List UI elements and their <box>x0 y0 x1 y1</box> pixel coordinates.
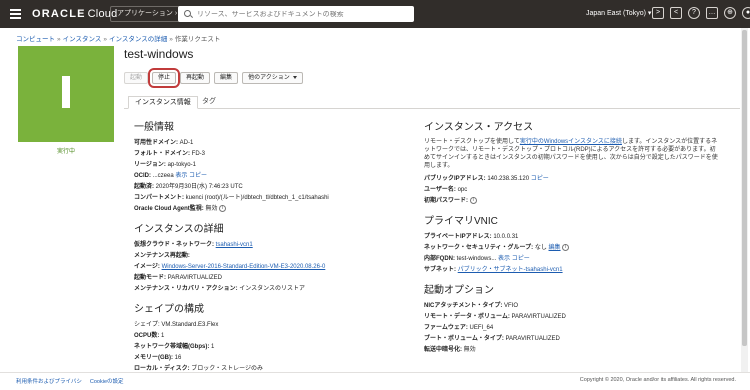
field-internal-fqdn: 内部FQDN: test-windows... 表示 コピー <box>424 256 530 262</box>
left-column: 一般情報 可用性ドメイン: AD-1 フォルト・ドメイン: FD-3 リージョン… <box>134 118 404 375</box>
tab-tags[interactable]: タグ <box>196 96 222 109</box>
breadcrumb-work-requests: 作業リクエスト <box>174 36 221 43</box>
info-icon[interactable]: i <box>219 204 227 212</box>
reboot-button[interactable]: 再起動 <box>180 72 211 84</box>
fqdn-copy-link[interactable]: コピー <box>512 256 530 262</box>
page-scrollbar[interactable] <box>741 28 748 372</box>
search-box[interactable] <box>178 6 414 22</box>
field-nsg: ネットワーク・セキュリティ・グループ: なし 編集 i <box>424 243 724 253</box>
edit-button[interactable]: 編集 <box>214 72 239 84</box>
stop-button[interactable]: 停止 <box>148 68 181 88</box>
field-firmware: ファームウェア: UEFI_64 <box>424 325 494 331</box>
applications-button[interactable]: アプリケーション › <box>110 6 185 22</box>
section-primary-vnic: プライマリVNIC <box>424 216 498 227</box>
field-subnet: サブネット: パブリック・サブネット-tsahashi-vcn1 <box>424 267 563 273</box>
connect-windows-link[interactable]: 実行中のWindowsインスタンスに接続 <box>520 139 622 145</box>
field-username: ユーザー名: opc <box>424 187 468 193</box>
field-shape: シェイプ: VM.Standard.E3.Flex <box>134 322 219 328</box>
page-title: test-windows <box>124 47 194 61</box>
field-launch-mode: 起動モード: PARAVIRTUALIZED <box>134 275 223 281</box>
chat-icon[interactable]: … <box>706 7 718 19</box>
top-navigation-bar: ORACLECloud アプリケーション › Japan East (Tokyo… <box>0 0 750 28</box>
section-launch-options: 起動オプション <box>424 285 494 296</box>
subnet-link[interactable]: パブリック・サブネット-tsahashi-vcn1 <box>458 267 563 273</box>
field-region: リージョン: ap-tokyo-1 <box>134 162 196 168</box>
field-recovery-action: メンテナンス・リカバリ・アクション: インスタンスのリストア <box>134 286 306 292</box>
code-editor-icon[interactable]: < <box>670 7 682 19</box>
field-ocid: OCID: ...czeea 表示 コピー <box>134 173 208 179</box>
public-ip-copy-link[interactable]: コピー <box>531 176 549 182</box>
field-bandwidth: ネットワーク帯域幅(Gbps): 1 <box>134 344 215 350</box>
field-compartment: コンパートメント: kuenci (root)/(ルート)/dbtech_tl/… <box>134 195 329 201</box>
field-image: イメージ: Windows-Server-2016-Standard-Editi… <box>134 264 326 270</box>
terms-privacy-link[interactable]: 利用条件およびプライバシ <box>16 379 82 385</box>
region-selector[interactable]: Japan East (Tokyo) ▾ <box>586 9 651 17</box>
ocid-show-link[interactable]: 表示 <box>175 173 187 179</box>
breadcrumb: コンピュート» インスタンス» インスタンスの詳細» 作業リクエスト <box>16 36 221 43</box>
cookie-settings-link[interactable]: Cookieの設定 <box>90 379 124 385</box>
field-availability-domain: 可用性ドメイン: AD-1 <box>134 140 194 146</box>
breadcrumb-instances[interactable]: インスタンス <box>63 36 102 43</box>
field-nic-attachment: NICアタッチメント・タイプ: VFIO <box>424 303 519 309</box>
field-memory: メモリー(GB): 16 <box>134 355 182 361</box>
search-input[interactable] <box>197 10 407 18</box>
tab-instance-info[interactable]: インスタンス情報 <box>128 96 198 109</box>
image-link[interactable]: Windows-Server-2016-Standard-Edition-VM-… <box>162 264 326 270</box>
instance-running-glyph <box>62 76 70 108</box>
right-column: インスタンス・アクセス リモート・デスクトップを使用して実行中のWindowsイ… <box>424 118 724 356</box>
page-footer: 利用条件およびプライバシ Cookieの設定 Copyright © 2020, … <box>0 372 750 390</box>
section-shape-config: シェイプの構成 <box>134 304 204 315</box>
help-icon[interactable]: ? <box>688 7 700 19</box>
field-public-ip: パブリックIPアドレス: 140.238.35.120 コピー <box>424 176 549 182</box>
field-in-transit-encryption: 転送中暗号化: 無効 <box>424 347 476 353</box>
section-instance-details: インスタンスの詳細 <box>134 224 224 235</box>
copyright-text: Copyright © 2020, Oracle and/or its affi… <box>579 377 736 383</box>
vcn-link[interactable]: tsahashi-vcn1 <box>216 242 253 248</box>
instance-status-label: 実行中 <box>56 149 75 155</box>
field-remote-data-volume: リモート・データ・ボリューム: PARAVIRTUALIZED <box>424 314 566 320</box>
section-general-info: 一般情報 <box>134 122 174 133</box>
field-launched: 起動済: 2020年9月30日(水) 7:46:23 UTC <box>134 184 243 190</box>
profile-icon[interactable]: ● <box>742 7 750 19</box>
breadcrumb-instance-details[interactable]: インスタンスの詳細 <box>109 36 167 43</box>
top-icons: > < ? … ⊕ ● <box>652 7 750 19</box>
field-private-ip: プライベートIPアドレス: 10.0.0.31 <box>424 234 519 240</box>
tab-bar: インスタンス情報 タグ <box>124 96 740 109</box>
field-maintenance-reboot: メンテナンス再起動: <box>134 253 190 259</box>
instance-status-icon <box>18 46 114 142</box>
menu-icon[interactable] <box>10 9 21 19</box>
start-button[interactable]: 起動 <box>124 72 149 84</box>
field-boot-volume-type: ブート・ボリューム・タイプ: PARAVIRTUALIZED <box>424 336 560 342</box>
field-vcn: 仮想クラウド・ネットワーク: tsahashi-vcn1 <box>134 242 253 248</box>
cloud-shell-icon[interactable]: > <box>652 7 664 19</box>
ocid-copy-link[interactable]: コピー <box>189 173 207 179</box>
instance-actions: 起動 停止 再起動 編集 他のアクション <box>124 68 303 88</box>
section-instance-access: インスタンス・アクセス <box>424 122 534 133</box>
field-cloud-agent: Oracle Cloud Agent監視: 無効 i <box>134 204 404 214</box>
search-icon <box>184 9 193 19</box>
breadcrumb-compute[interactable]: コンピュート <box>16 36 55 43</box>
info-icon[interactable]: i <box>562 243 570 251</box>
field-ocpu: OCPU数: 1 <box>134 333 165 339</box>
info-icon[interactable]: i <box>469 196 477 204</box>
scrollbar-thumb[interactable] <box>742 30 747 346</box>
field-fault-domain: フォルト・ドメイン: FD-3 <box>134 151 206 157</box>
oracle-cloud-logo[interactable]: ORACLE Cloud <box>32 8 117 20</box>
language-icon[interactable]: ⊕ <box>724 7 736 19</box>
field-initial-password: 初期パスワード: i <box>424 196 724 206</box>
more-actions-button[interactable]: 他のアクション <box>242 72 303 84</box>
chevron-down-icon <box>292 75 297 79</box>
access-description: リモート・デスクトップを使用して実行中のWindowsインスタンスに接続します。… <box>424 139 718 169</box>
fqdn-show-link[interactable]: 表示 <box>498 256 510 262</box>
nsg-edit-link[interactable]: 編集 <box>549 245 561 251</box>
